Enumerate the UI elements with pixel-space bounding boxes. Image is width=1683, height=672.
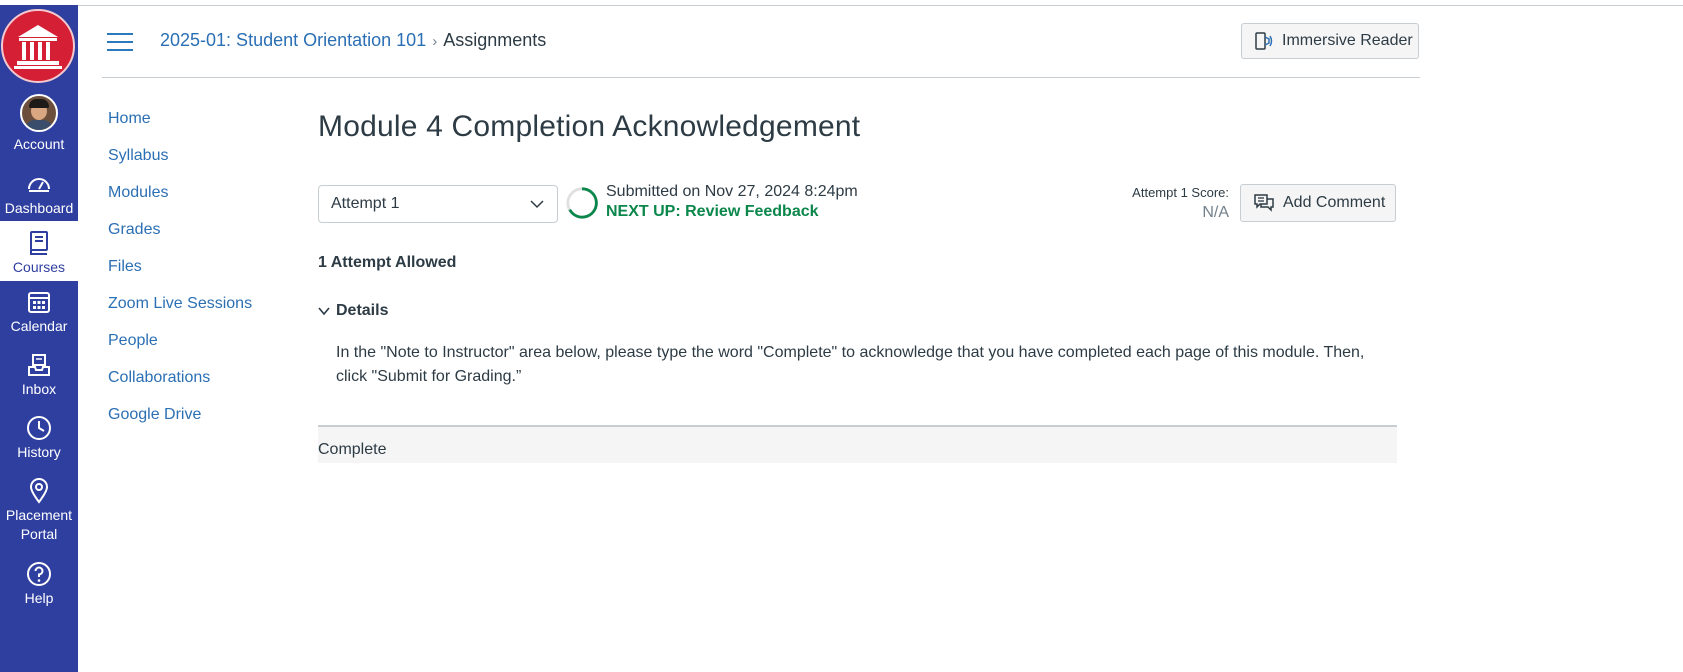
global-nav-dashboard[interactable]: Dashboard [0,170,78,220]
courses-icon [30,231,48,255]
dashboard-icon [28,178,50,192]
global-nav: Account Dashboard Courses Calendar Inbox… [0,5,78,672]
global-nav-history[interactable]: History [0,414,78,464]
breadcrumb-separator: › [432,33,438,50]
course-nav-modules[interactable]: Modules [108,182,252,219]
course-nav-syllabus[interactable]: Syllabus [108,145,252,182]
details-label: Details [336,302,389,319]
global-nav-help[interactable]: Help [0,560,78,610]
course-nav: Home Syllabus Modules Grades Files Zoom … [108,108,252,441]
logo-seal [1,9,75,83]
breadcrumb-current: Assignments [443,30,547,50]
course-nav-people[interactable]: People [108,330,252,367]
global-nav-inbox[interactable]: Inbox [0,351,78,401]
avatar [20,94,58,132]
submitted-timestamp: Submitted on Nov 27, 2024 8:24pm [606,183,858,200]
score-value: N/A [1202,204,1229,221]
submission-content: Complete [318,427,1397,463]
global-nav-label: Placement Portal [5,507,73,542]
course-nav-collaborations[interactable]: Collaborations [108,367,252,404]
immersive-reader-button[interactable]: Immersive Reader [1241,23,1419,59]
global-nav-placement-portal[interactable]: Placement Portal [0,476,78,546]
course-menu-toggle[interactable] [107,33,133,51]
score-label: Attempt 1 Score: [1132,185,1229,200]
course-nav-google-drive[interactable]: Google Drive [108,404,252,441]
calendar-icon [28,292,50,313]
attempt-select-value: Attempt 1 [331,195,400,212]
comment-icon [1254,194,1274,212]
global-nav-label: Help [24,590,54,606]
global-nav-label: Dashboard [4,200,74,216]
details-toggle[interactable]: Details [318,302,388,320]
history-icon [27,416,51,440]
course-nav-files[interactable]: Files [108,256,252,293]
chevron-down-icon [318,307,330,316]
global-nav-label: Account [13,136,65,152]
building-icon [14,25,62,69]
inbox-icon [28,354,50,376]
header-divider [102,77,1420,78]
add-comment-label: Add Comment [1283,194,1386,211]
submission-progress-icon [566,187,598,219]
add-comment-button[interactable]: Add Comment [1240,184,1396,222]
breadcrumb-course-link[interactable]: 2025-01: Student Orientation 101 [160,30,426,50]
page-title: Module 4 Completion Acknowledgement [318,110,861,143]
global-nav-account[interactable]: Account [0,94,78,152]
global-nav-label: Courses [12,259,66,275]
immersive-reader-icon [1255,32,1273,50]
global-nav-courses[interactable]: Courses [0,221,78,281]
global-nav-label: Calendar [10,318,68,334]
top-border [0,0,1683,6]
attempts-allowed: 1 Attempt Allowed [318,254,457,271]
chevron-down-icon [530,200,544,209]
assignment-description: In the "Note to Instructor" area below, … [336,344,1365,385]
next-up-link[interactable]: NEXT UP: Review Feedback [606,203,819,221]
attempt-select[interactable]: Attempt 1 [318,185,558,223]
course-nav-zoom[interactable]: Zoom Live Sessions [108,293,252,330]
breadcrumb: 2025-01: Student Orientation 101 › Assignm… [160,30,546,51]
global-nav-label: Inbox [21,381,57,397]
location-pin-icon [29,478,49,504]
help-icon [27,562,51,586]
university-logo[interactable] [0,5,78,91]
submission-text: Complete [318,441,387,458]
course-nav-home[interactable]: Home [108,108,252,145]
course-nav-grades[interactable]: Grades [108,219,252,256]
global-nav-calendar[interactable]: Calendar [0,288,78,338]
immersive-reader-label: Immersive Reader [1282,32,1413,49]
global-nav-label: History [17,444,61,460]
